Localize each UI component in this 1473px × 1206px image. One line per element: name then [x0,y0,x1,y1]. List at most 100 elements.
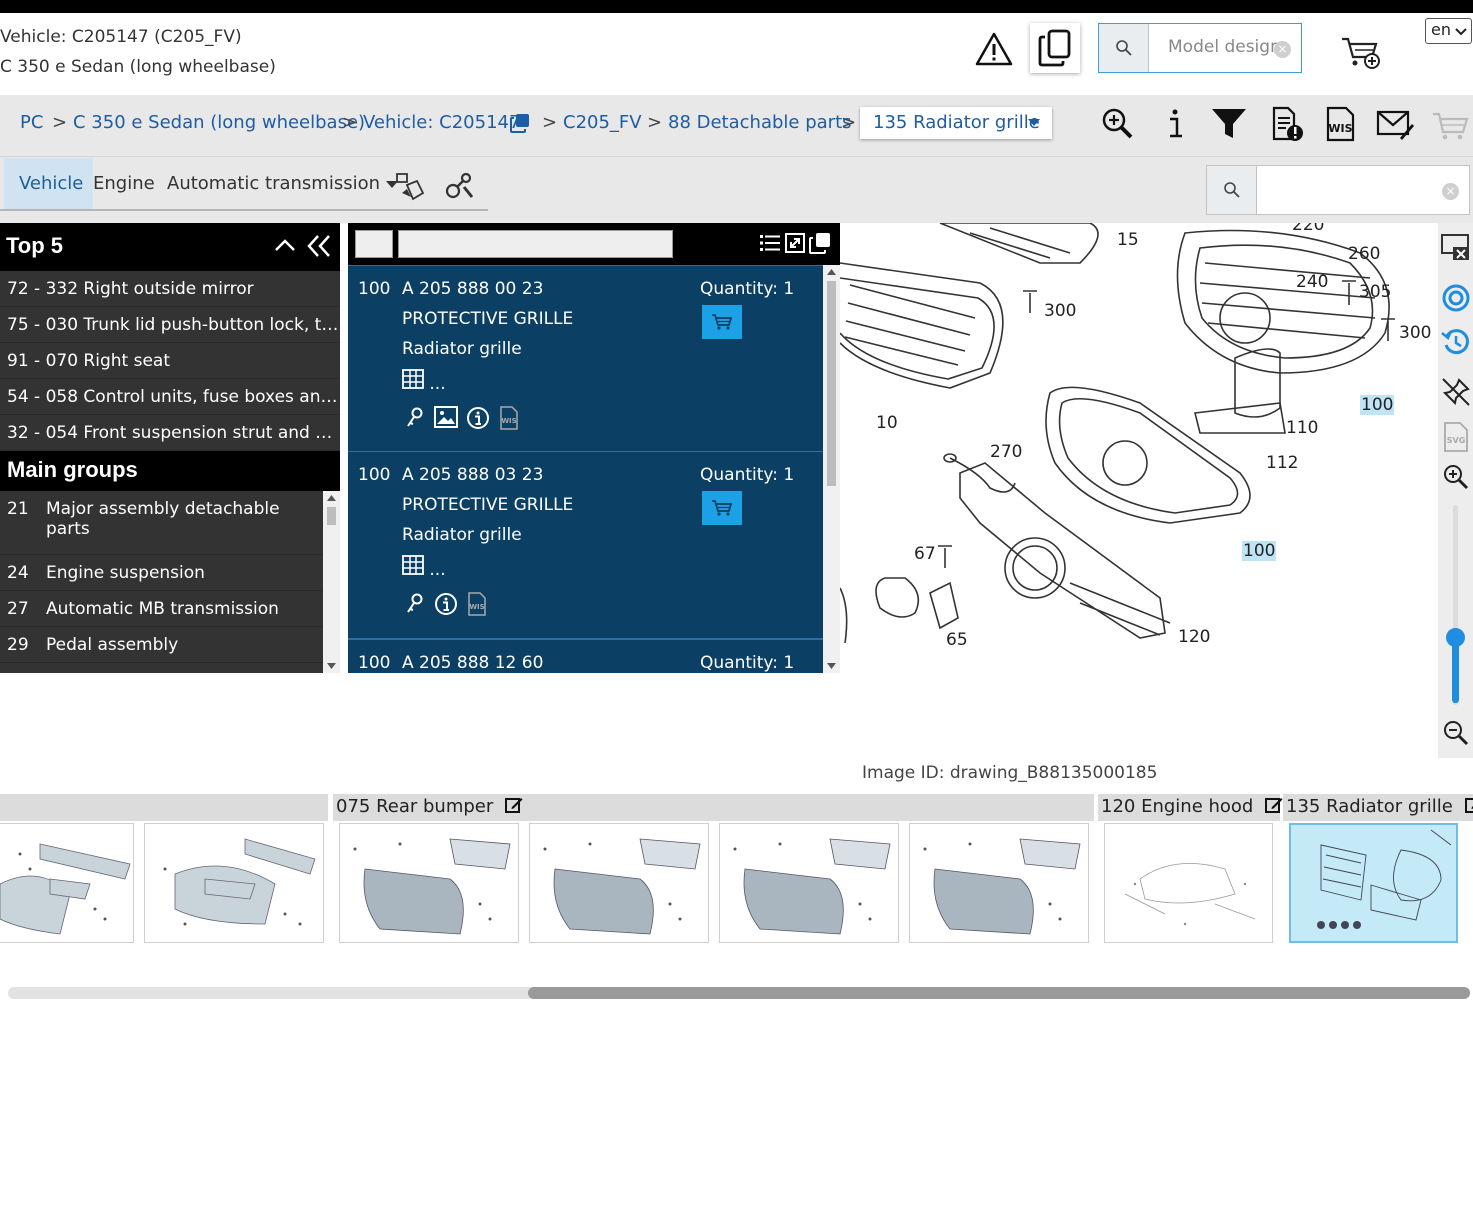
add-to-cart-button[interactable] [702,305,742,339]
callout-label[interactable]: 260 [1348,244,1380,264]
breadcrumb-model[interactable]: C 350 e Sedan (long wheelbase) [73,112,365,133]
drawing-thumbnail[interactable] [909,823,1089,943]
main-groups-scrollbar[interactable] [323,491,340,673]
breadcrumb-group[interactable]: 88 Detachable parts [668,112,852,133]
list-view-icon[interactable] [760,234,780,252]
scroll-up-icon[interactable] [327,494,336,501]
callout-label[interactable]: 270 [990,442,1022,462]
parts-list-scrollbar[interactable] [823,265,840,673]
callout-label-highlighted[interactable]: 100 [1242,541,1277,561]
callout-label[interactable]: 300 [1399,323,1431,343]
callout-label[interactable]: 110 [1286,418,1318,438]
select-all-checkbox[interactable] [355,230,393,258]
callout-label[interactable]: 112 [1266,453,1298,473]
add-to-cart-button[interactable] [702,491,742,525]
clear-icon[interactable]: × [1442,183,1459,200]
wis-document-icon[interactable]: WIS [498,406,520,430]
target-icon[interactable] [1441,283,1471,313]
subgroup-dropdown[interactable]: 135 Radiator grille [860,107,1052,139]
model-design-search[interactable]: Model design × [1098,23,1302,73]
drawing-thumbnail[interactable] [144,823,324,943]
key-icon[interactable] [404,406,426,428]
callout-label[interactable]: 120 [1178,627,1210,645]
callout-label[interactable]: 65 [946,630,968,645]
zoom-in-icon[interactable] [1442,463,1470,491]
edit-icon[interactable] [1464,796,1473,814]
callout-label[interactable]: 240 [1296,272,1328,292]
scrollbar-thumb[interactable] [327,507,336,525]
collapse-left-icon[interactable] [306,233,332,259]
callout-label[interactable]: 305 [1359,282,1391,302]
search-icon[interactable] [1207,166,1257,214]
copy-button[interactable] [1030,23,1080,73]
wis-document-icon[interactable]: WIS [466,592,488,616]
drawing-thumbnail[interactable] [529,823,709,943]
scrollbar-thumb[interactable] [528,987,1470,999]
drawing-thumbnail[interactable] [339,823,519,943]
warning-icon[interactable] [975,31,1013,67]
main-group-item[interactable]: 24 Engine suspension [0,555,323,591]
popout-icon[interactable] [809,232,831,254]
callout-label[interactable]: 220 [1292,223,1324,235]
scrollbar-thumb[interactable] [827,281,836,486]
top5-item[interactable]: 32 - 054 Front suspension strut and su..… [0,415,340,451]
key-icon[interactable] [404,592,426,614]
copy-icon[interactable] [510,113,530,133]
language-select[interactable]: en [1425,18,1472,44]
tab-vehicle[interactable]: Vehicle [4,158,94,210]
main-group-item[interactable]: 29 Pedal assembly [0,627,323,663]
part-number[interactable]: A 205 888 00 23 [402,279,543,299]
filter-icon[interactable] [1211,106,1247,142]
chevron-up-icon[interactable] [274,237,296,253]
callout-label[interactable]: 15 [1117,230,1139,250]
callout-label[interactable]: 67 [914,544,936,564]
unpin-icon[interactable] [1441,377,1471,407]
breadcrumb-pc[interactable]: PC [20,112,43,133]
scroll-up-icon[interactable] [827,268,836,275]
drawing-thumbnail[interactable] [719,823,899,943]
main-group-item[interactable]: 21 Major assembly detachable parts [0,491,323,555]
table-more[interactable]: ... [402,555,446,580]
history-icon[interactable] [1441,327,1471,357]
add-to-cart-icon[interactable] [1340,35,1382,71]
edit-icon[interactable] [1265,796,1283,814]
clear-icon[interactable]: × [1274,41,1291,58]
close-window-icon[interactable] [1441,231,1471,261]
tab-automatic-transmission[interactable]: Automatic transmission [167,158,399,210]
parts-drawing[interactable]: 15 220 260 240 305 300 300 10 100 110 11… [840,223,1438,645]
info-icon[interactable] [466,406,490,430]
zoom-slider-handle[interactable] [1446,628,1465,647]
zoom-out-icon[interactable] [1442,719,1470,747]
callout-label[interactable]: 10 [876,413,898,433]
main-group-item[interactable]: 27 Automatic MB transmission [0,591,323,627]
part-row[interactable]: 100 A 205 888 12 60 Quantity: 1 [348,639,823,673]
edit-icon[interactable] [505,796,523,814]
breadcrumb-variant[interactable]: C205_FV [563,112,642,133]
tools-icon[interactable] [444,169,474,201]
document-alert-icon[interactable] [1270,106,1306,142]
part-number[interactable]: A 205 888 12 60 [402,653,543,673]
part-row[interactable]: 100 A 205 888 00 23 PROTECTIVE GRILLE Ra… [348,265,823,452]
breadcrumb-vehicle[interactable]: Vehicle: C205147 [363,112,520,133]
top5-item[interactable]: 54 - 058 Control units, fuse boxes and .… [0,379,340,415]
part-number[interactable]: A 205 888 03 23 [402,465,543,485]
scroll-down-icon[interactable] [327,663,336,670]
image-icon[interactable] [434,406,458,428]
parts-filter-input[interactable] [398,230,673,258]
tab-engine[interactable]: Engine [93,158,155,210]
zoom-in-icon[interactable] [1100,106,1136,142]
table-more[interactable]: ... [402,369,446,394]
drawing-thumbnail[interactable] [1104,823,1273,943]
paint-bucket-icon[interactable] [393,171,427,203]
parts-search-input[interactable] [1257,166,1469,214]
scroll-down-icon[interactable] [827,663,836,670]
expand-icon[interactable] [785,233,805,253]
callout-label[interactable]: 300 [1044,301,1076,321]
parts-search[interactable]: × [1206,165,1470,215]
info-icon[interactable] [434,592,458,616]
drawing-thumbnail[interactable] [0,823,134,943]
callout-label-highlighted[interactable]: 100 [1360,395,1395,415]
top5-item[interactable]: 75 - 030 Trunk lid push-button lock, tr.… [0,307,340,343]
drawing-thumbnail-selected[interactable] [1289,823,1458,943]
top5-item[interactable]: 91 - 070 Right seat [0,343,340,379]
